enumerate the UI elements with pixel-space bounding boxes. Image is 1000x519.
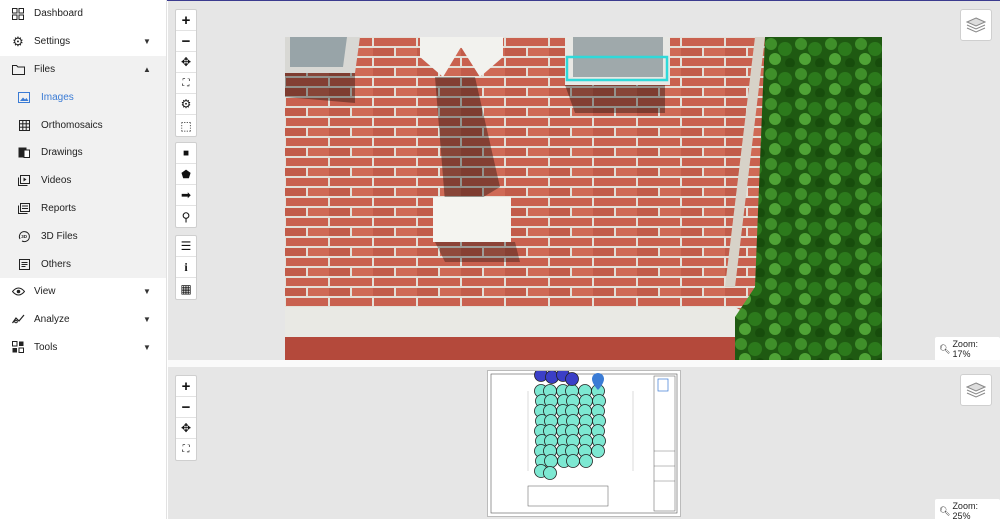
drawing-sheet[interactable] (487, 368, 681, 517)
gear-icon: ⚙ (12, 33, 24, 49)
zoom-out-button[interactable]: − (176, 397, 196, 418)
layers-icon (966, 382, 986, 398)
polygon-tool-icon[interactable]: ⬟ (176, 164, 196, 185)
chevron-down-icon: ▼ (143, 287, 151, 297)
zoom-indicator: 🔍︎ Zoom: 17% (935, 337, 1000, 360)
sidebar: Dashboard ⚙ Settings ▼ Files ▲ Images Or… (0, 0, 167, 519)
zoom-in-button[interactable]: + (176, 10, 196, 31)
magnifier-icon: 🔍︎ (939, 343, 951, 354)
dashboard-icon (11, 7, 25, 21)
sidebar-subitem-videos[interactable]: Videos (0, 167, 166, 195)
zoom-indicator: 🔍︎ Zoom: 25% (935, 499, 1000, 519)
sidebar-item-label: Dashboard (34, 8, 83, 20)
layers-icon (966, 17, 986, 33)
sidebar-item-label: Tools (34, 341, 58, 353)
photo-canvas (285, 37, 882, 360)
location-marker[interactable] (543, 466, 557, 480)
sidebar-subitem-label: Images (41, 91, 74, 103)
location-marker[interactable] (566, 454, 580, 468)
map-icon[interactable]: ▦ (176, 278, 196, 299)
sidebar-subitem-label: Drawings (41, 147, 83, 159)
sidebar-item-label: View (34, 286, 56, 298)
fullscreen-icon[interactable]: ⛶ (176, 439, 196, 460)
sidebar-subitem-3d-files[interactable]: 3D 3D Files (0, 222, 166, 250)
sidebar-item-label: Analyze (34, 314, 70, 326)
3d-icon: 3D (17, 229, 31, 243)
layers-button[interactable] (960, 9, 992, 41)
pan-icon[interactable]: ✥ (176, 418, 196, 439)
sidebar-item-settings[interactable]: ⚙ Settings ▼ (0, 28, 166, 56)
drawing-toolbar: ■ ⬟ ➡ ⚲ (175, 142, 197, 228)
sidebar-subitem-drawings[interactable]: Drawings (0, 139, 166, 167)
sidebar-item-files[interactable]: Files ▲ (0, 55, 166, 84)
sidebar-item-analyze[interactable]: Analyze ▼ (0, 306, 166, 334)
chevron-down-icon: ▼ (143, 342, 151, 352)
location-marker[interactable] (579, 454, 593, 468)
chevron-up-icon: ▲ (143, 64, 151, 74)
sidebar-subitem-label: Videos (41, 175, 72, 187)
sidebar-subitem-orthomosaics[interactable]: Orthomosaics (0, 111, 166, 139)
zoom-label: Zoom: 17% (952, 339, 978, 359)
brick-wall-photo[interactable] (285, 37, 882, 360)
pane-divider[interactable] (168, 360, 1000, 367)
sidebar-item-label: Files (34, 63, 56, 75)
files-submenu: Images Orthomosaics Drawings Videos Repo… (0, 83, 166, 278)
sidebar-subitem-label: 3D Files (41, 230, 78, 242)
list-icon[interactable]: ☰ (176, 236, 196, 257)
pan-icon[interactable]: ✥ (176, 52, 196, 73)
tools-icon (11, 340, 25, 354)
gear-icon[interactable]: ⚙ (176, 94, 196, 115)
layers-button[interactable] (960, 374, 992, 406)
zoom-label: Zoom: 25% (952, 501, 978, 519)
eye-icon (11, 285, 25, 299)
navigation-toolbar: + − ✥ ⛶ (175, 375, 197, 461)
sidebar-item-dashboard[interactable]: Dashboard (0, 0, 166, 28)
sidebar-subitem-label: Reports (41, 202, 77, 214)
fullscreen-icon[interactable]: ⛶ (176, 73, 196, 94)
info-icon[interactable]: i (176, 257, 196, 278)
image-viewer[interactable]: + − ✥ ⛶ ⚙ ⬚ ■ ⬟ ➡ ⚲ ☰ i ▦ 🔍︎ Zoom: 17% (168, 1, 1000, 360)
folder-icon (11, 62, 25, 76)
sidebar-item-label: Settings (34, 36, 71, 48)
navigation-toolbar: + − ✥ ⛶ ⚙ ⬚ (175, 9, 197, 137)
sidebar-item-view[interactable]: View ▼ (0, 278, 166, 306)
selected-marker[interactable] (565, 372, 579, 386)
drawing-canvas (490, 368, 678, 514)
chevron-down-icon: ▼ (143, 315, 151, 325)
zoom-out-button[interactable]: − (176, 31, 196, 52)
sidebar-subitem-reports[interactable]: Reports (0, 195, 166, 223)
sidebar-item-tools[interactable]: Tools ▼ (0, 334, 166, 362)
chevron-down-icon: ▼ (143, 37, 151, 47)
drawings-icon (17, 146, 31, 160)
crop-icon[interactable]: ⬚ (176, 115, 196, 136)
rectangle-tool-icon[interactable]: ■ (176, 143, 196, 164)
reports-icon (17, 201, 31, 215)
sidebar-subitem-images[interactable]: Images (0, 83, 166, 111)
sidebar-subitem-label: Others (41, 258, 72, 270)
grid-icon (17, 118, 31, 132)
image-icon (17, 90, 31, 104)
marker-tool-icon[interactable]: ⚲ (176, 206, 196, 227)
analyze-icon (11, 313, 25, 327)
info-toolbar: ☰ i ▦ (175, 235, 197, 300)
location-marker[interactable] (591, 444, 605, 458)
location-marker[interactable] (544, 454, 558, 468)
sidebar-subitem-label: Orthomosaics (41, 119, 103, 131)
arrow-tool-icon[interactable]: ➡ (176, 185, 196, 206)
drawing-viewer[interactable]: + − ✥ ⛶ 🔍︎ Zoom: 25% (168, 367, 1000, 519)
document-icon (17, 257, 31, 271)
magnifier-icon: 🔍︎ (939, 505, 951, 516)
video-icon (17, 174, 31, 188)
sidebar-subitem-others[interactable]: Others (0, 250, 166, 278)
svg-text:3D: 3D (21, 234, 28, 239)
zoom-in-button[interactable]: + (176, 376, 196, 397)
